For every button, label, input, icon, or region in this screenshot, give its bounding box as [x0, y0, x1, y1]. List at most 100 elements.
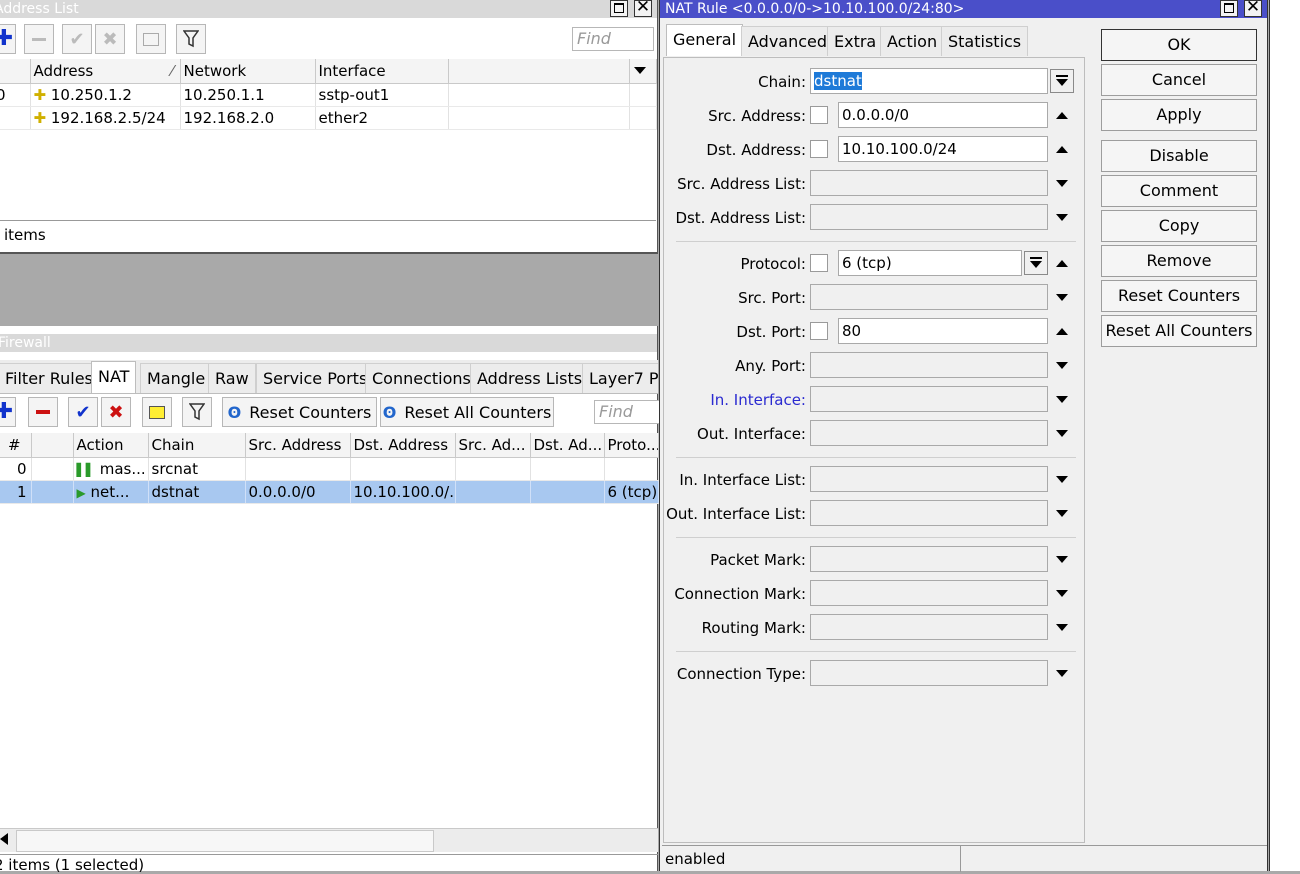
remove-button[interactable] — [28, 397, 58, 427]
enable-button[interactable]: ✔ — [62, 24, 92, 54]
column-header-dst-address-list[interactable]: Dst. Ad... — [530, 433, 605, 458]
dst-address-negate-checkbox[interactable] — [810, 140, 828, 158]
expand-arrow-icon[interactable] — [1056, 556, 1068, 563]
table-row[interactable]: 0 ✚ 10.250.1.2 10.250.1.1 sstp-out1 — [0, 83, 657, 107]
add-button[interactable]: ✚ — [0, 24, 16, 54]
expand-arrow-icon[interactable] — [1056, 362, 1068, 369]
tab-address-lists[interactable]: Address Lists — [470, 363, 590, 393]
enable-button[interactable]: ✔ — [68, 397, 98, 427]
reset-all-counters-button[interactable]: ʘ Reset All Counters — [380, 397, 554, 427]
maximize-button[interactable] — [1220, 0, 1238, 17]
remove-button[interactable]: Remove — [1101, 245, 1257, 277]
collapse-arrow-icon[interactable] — [1056, 260, 1068, 267]
cancel-button[interactable]: Cancel — [1101, 64, 1257, 96]
connection-mark-input[interactable] — [810, 580, 1048, 606]
disable-button[interactable]: Disable — [1101, 140, 1257, 172]
dst-address-list-input[interactable] — [810, 204, 1048, 230]
column-header-action[interactable]: Action — [73, 433, 149, 458]
any-port-input[interactable] — [810, 352, 1048, 378]
chain-input[interactable]: dstnat — [810, 68, 1048, 94]
disable-button[interactable]: ✖ — [101, 397, 131, 427]
find-input[interactable]: Find — [572, 27, 654, 51]
table-row[interactable]: 1 ▶ net... dstnat 0.0.0.0/0 10.10.100.0/… — [0, 480, 659, 504]
in-interface-label[interactable]: In. Interface: — [710, 391, 806, 409]
src-port-input[interactable] — [810, 284, 1048, 310]
collapse-arrow-icon[interactable] — [1056, 112, 1068, 119]
comment-button[interactable] — [136, 24, 166, 54]
expand-arrow-icon[interactable] — [1056, 396, 1068, 403]
dst-address-input[interactable]: 10.10.100.0/24 — [838, 136, 1048, 162]
expand-arrow-icon[interactable] — [1056, 590, 1068, 597]
comment-button[interactable] — [142, 397, 172, 427]
tab-filter-rules[interactable]: Filter Rules — [0, 363, 100, 393]
filter-button[interactable] — [176, 24, 206, 54]
column-header-index[interactable] — [0, 59, 31, 84]
column-header-src-address-list[interactable]: Src. Ad... — [455, 433, 531, 458]
maximize-button[interactable] — [610, 0, 628, 17]
nat-rule-titlebar[interactable]: NAT Rule <0.0.0.0/0->10.10.100.0/24:80> — [660, 0, 1267, 18]
tab-layer7-protocols[interactable]: Layer7 Pro — [582, 363, 658, 393]
expand-arrow-icon[interactable] — [1056, 180, 1068, 187]
routing-mark-input[interactable] — [810, 614, 1048, 640]
tab-statistics[interactable]: Statistics — [941, 26, 1029, 56]
copy-button[interactable]: Copy — [1101, 210, 1257, 242]
address-list-titlebar[interactable]: Address List — [0, 0, 657, 18]
disable-button[interactable]: ✖ — [95, 24, 125, 54]
close-button[interactable]: ✕ — [634, 0, 652, 17]
tab-mangle[interactable]: Mangle — [140, 363, 213, 393]
chain-dropdown-button[interactable] — [1050, 69, 1074, 93]
tab-advanced[interactable]: Advanced — [741, 26, 835, 56]
tab-raw[interactable]: Raw — [208, 363, 256, 393]
reset-counters-button[interactable]: Reset Counters — [1101, 280, 1257, 312]
expand-arrow-icon[interactable] — [1056, 430, 1068, 437]
expand-arrow-icon[interactable] — [1056, 624, 1068, 631]
src-address-input[interactable]: 0.0.0.0/0 — [838, 102, 1048, 128]
packet-mark-input[interactable] — [810, 546, 1048, 572]
column-header-dst-address[interactable]: Dst. Address — [350, 433, 456, 458]
ok-button[interactable]: OK — [1101, 29, 1257, 61]
expand-arrow-icon[interactable] — [1056, 670, 1068, 677]
protocol-negate-checkbox[interactable] — [810, 254, 828, 272]
column-header-src-address[interactable]: Src. Address — [245, 433, 351, 458]
table-row[interactable]: 0 ▌▌ mas... srcnat — [0, 457, 659, 481]
tab-action[interactable]: Action — [880, 26, 945, 56]
column-chooser-button[interactable] — [629, 59, 657, 84]
column-header-address[interactable]: Address ⁄ — [30, 59, 181, 84]
tab-connections[interactable]: Connections — [365, 363, 478, 393]
find-input[interactable]: Find — [594, 400, 660, 424]
expand-arrow-icon[interactable] — [1056, 214, 1068, 221]
collapse-arrow-icon[interactable] — [1056, 328, 1068, 335]
expand-arrow-icon[interactable] — [1056, 476, 1068, 483]
src-address-list-input[interactable] — [810, 170, 1048, 196]
close-button[interactable]: ✕ — [1244, 0, 1262, 17]
column-header-chain[interactable]: Chain — [148, 433, 246, 458]
expand-arrow-icon[interactable] — [1056, 294, 1068, 301]
column-header-protocol[interactable]: Proto... — [604, 433, 659, 458]
out-interface-input[interactable] — [810, 420, 1048, 446]
scroll-left-arrow-icon[interactable] — [0, 833, 8, 845]
column-header-interface[interactable]: Interface — [315, 59, 449, 84]
apply-button[interactable]: Apply — [1101, 99, 1257, 131]
column-header-network[interactable]: Network — [180, 59, 316, 84]
tab-extra[interactable]: Extra — [827, 26, 884, 56]
in-interface-input[interactable] — [810, 386, 1048, 412]
protocol-dropdown-button[interactable] — [1024, 251, 1048, 275]
collapse-arrow-icon[interactable] — [1056, 146, 1068, 153]
dst-port-negate-checkbox[interactable] — [810, 322, 828, 340]
reset-counters-button[interactable]: ʘ Reset Counters — [222, 397, 377, 427]
firewall-titlebar[interactable]: Firewall — [0, 334, 657, 352]
filter-button[interactable] — [182, 397, 212, 427]
column-header-number[interactable]: # — [0, 433, 32, 458]
remove-button[interactable] — [24, 24, 54, 54]
table-row[interactable]: ✚ 192.168.2.5/24 192.168.2.0 ether2 — [0, 106, 657, 130]
out-interface-list-input[interactable] — [810, 500, 1048, 526]
tab-general[interactable]: General — [666, 24, 744, 56]
comment-button[interactable]: Comment — [1101, 175, 1257, 207]
expand-arrow-icon[interactable] — [1056, 510, 1068, 517]
add-button[interactable]: ✚ — [0, 397, 16, 427]
reset-all-counters-button[interactable]: Reset All Counters — [1101, 315, 1257, 347]
tab-service-ports[interactable]: Service Ports — [256, 363, 375, 393]
tab-nat[interactable]: NAT — [91, 361, 137, 393]
connection-type-input[interactable] — [810, 660, 1048, 686]
scrollbar-thumb[interactable] — [16, 830, 434, 852]
